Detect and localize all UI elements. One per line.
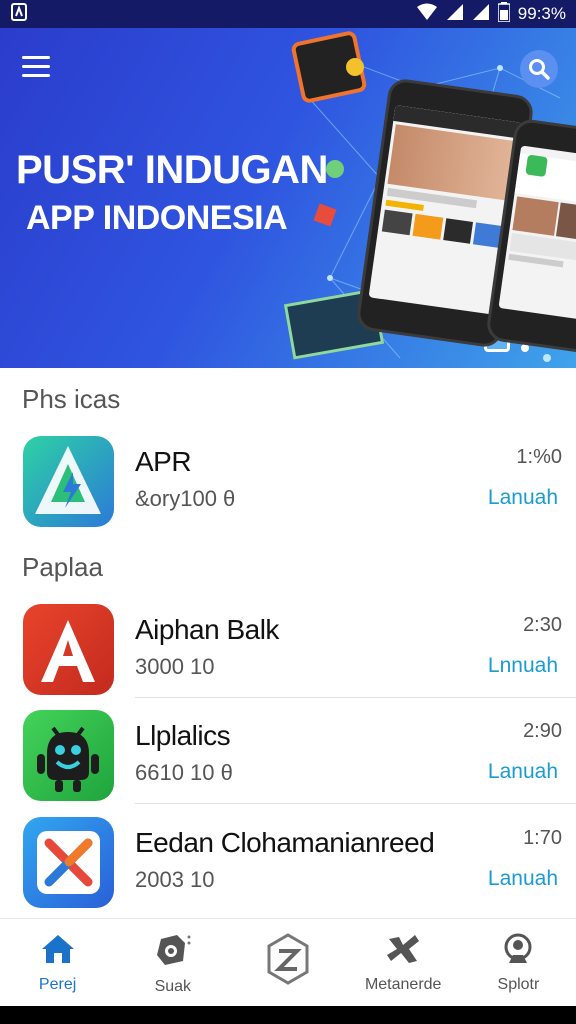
system-navigation-bar <box>0 1006 576 1024</box>
status-bar: 99:3% <box>0 0 576 28</box>
hero-title-line1: PUSR' INDUGAN <box>16 148 328 192</box>
app-icon-apr <box>23 436 114 527</box>
battery-icon <box>497 1 511 27</box>
section-title: Paplaa <box>22 552 103 582</box>
signal-icon <box>446 3 464 26</box>
profile-icon <box>501 933 535 970</box>
nav-item-tools[interactable]: Metanerde <box>346 919 461 1006</box>
nav-item-logo[interactable] <box>230 919 345 1006</box>
globe-decoration <box>326 160 344 178</box>
hero-title: PUSR' INDUGAN APP INDONESIA <box>16 148 328 238</box>
app-name: APR <box>135 446 192 477</box>
list-item[interactable]: Aiphan Balk 3000 10 2:30 Lnnuah <box>0 592 576 698</box>
nav-label: Suak <box>154 978 192 995</box>
app-name: Llplalics <box>135 720 231 751</box>
launch-button[interactable]: Lanuah <box>488 486 558 510</box>
camera-icon <box>153 933 193 972</box>
bottom-navigation: Perej Suak Metanerde Splotr <box>0 918 576 1006</box>
app-meta: 6610 10 θ <box>135 760 233 785</box>
app-icon-android <box>23 710 114 801</box>
signal-icon-2 <box>472 3 490 26</box>
nav-label: Perej <box>38 976 77 993</box>
app-icon-alpha <box>23 604 114 695</box>
search-icon[interactable] <box>520 50 558 88</box>
menu-icon[interactable] <box>22 56 50 78</box>
coin-decoration <box>346 58 364 76</box>
app-icon-x <box>23 817 114 908</box>
nav-label: Splotr <box>497 976 540 993</box>
nav-item-profile[interactable]: Splotr <box>461 919 576 1006</box>
app-meta: &ory100 θ <box>135 486 236 511</box>
list-item[interactable]: Eedan Clohamanianreed 2003 10 1:70 Lanua… <box>0 805 576 911</box>
app-meta: 3000 10 <box>135 654 215 679</box>
app-name: Aiphan Balk <box>135 614 279 645</box>
hexagon-logo-icon <box>266 933 310 990</box>
nav-item-home[interactable]: Perej <box>0 919 115 1006</box>
home-icon <box>40 933 76 970</box>
launch-button[interactable]: Lanuah <box>488 760 558 784</box>
section-title: Phs icas <box>22 384 121 414</box>
app-size: 2:30 <box>523 614 562 636</box>
hero-banner: PUSR' INDUGAN APP INDONESIA <box>0 28 576 368</box>
app-size: 1:70 <box>523 827 562 849</box>
app-name: Eedan Clohamanianreed <box>135 827 435 858</box>
notification-icon <box>10 2 28 26</box>
wifi-icon <box>416 3 438 26</box>
app-size: 1:%0 <box>516 446 562 468</box>
nav-item-camera[interactable]: Suak <box>115 919 230 1006</box>
launch-button[interactable]: Lanuah <box>488 867 558 891</box>
nav-label: Metanerde <box>364 976 442 993</box>
launch-button[interactable]: Lnnuah <box>488 654 558 678</box>
list-item[interactable]: APR &ory100 θ 1:%0 Lanuah <box>0 424 576 530</box>
divider <box>135 803 576 804</box>
status-time: 99:3% <box>517 4 566 23</box>
list-item[interactable]: Llplalics 6610 10 θ 2:90 Lanuah <box>0 698 576 804</box>
hero-title-line2: APP INDONESIA <box>26 199 288 237</box>
app-size: 2:90 <box>523 720 562 742</box>
app-meta: 2003 10 <box>135 867 215 892</box>
tools-icon <box>385 933 421 970</box>
